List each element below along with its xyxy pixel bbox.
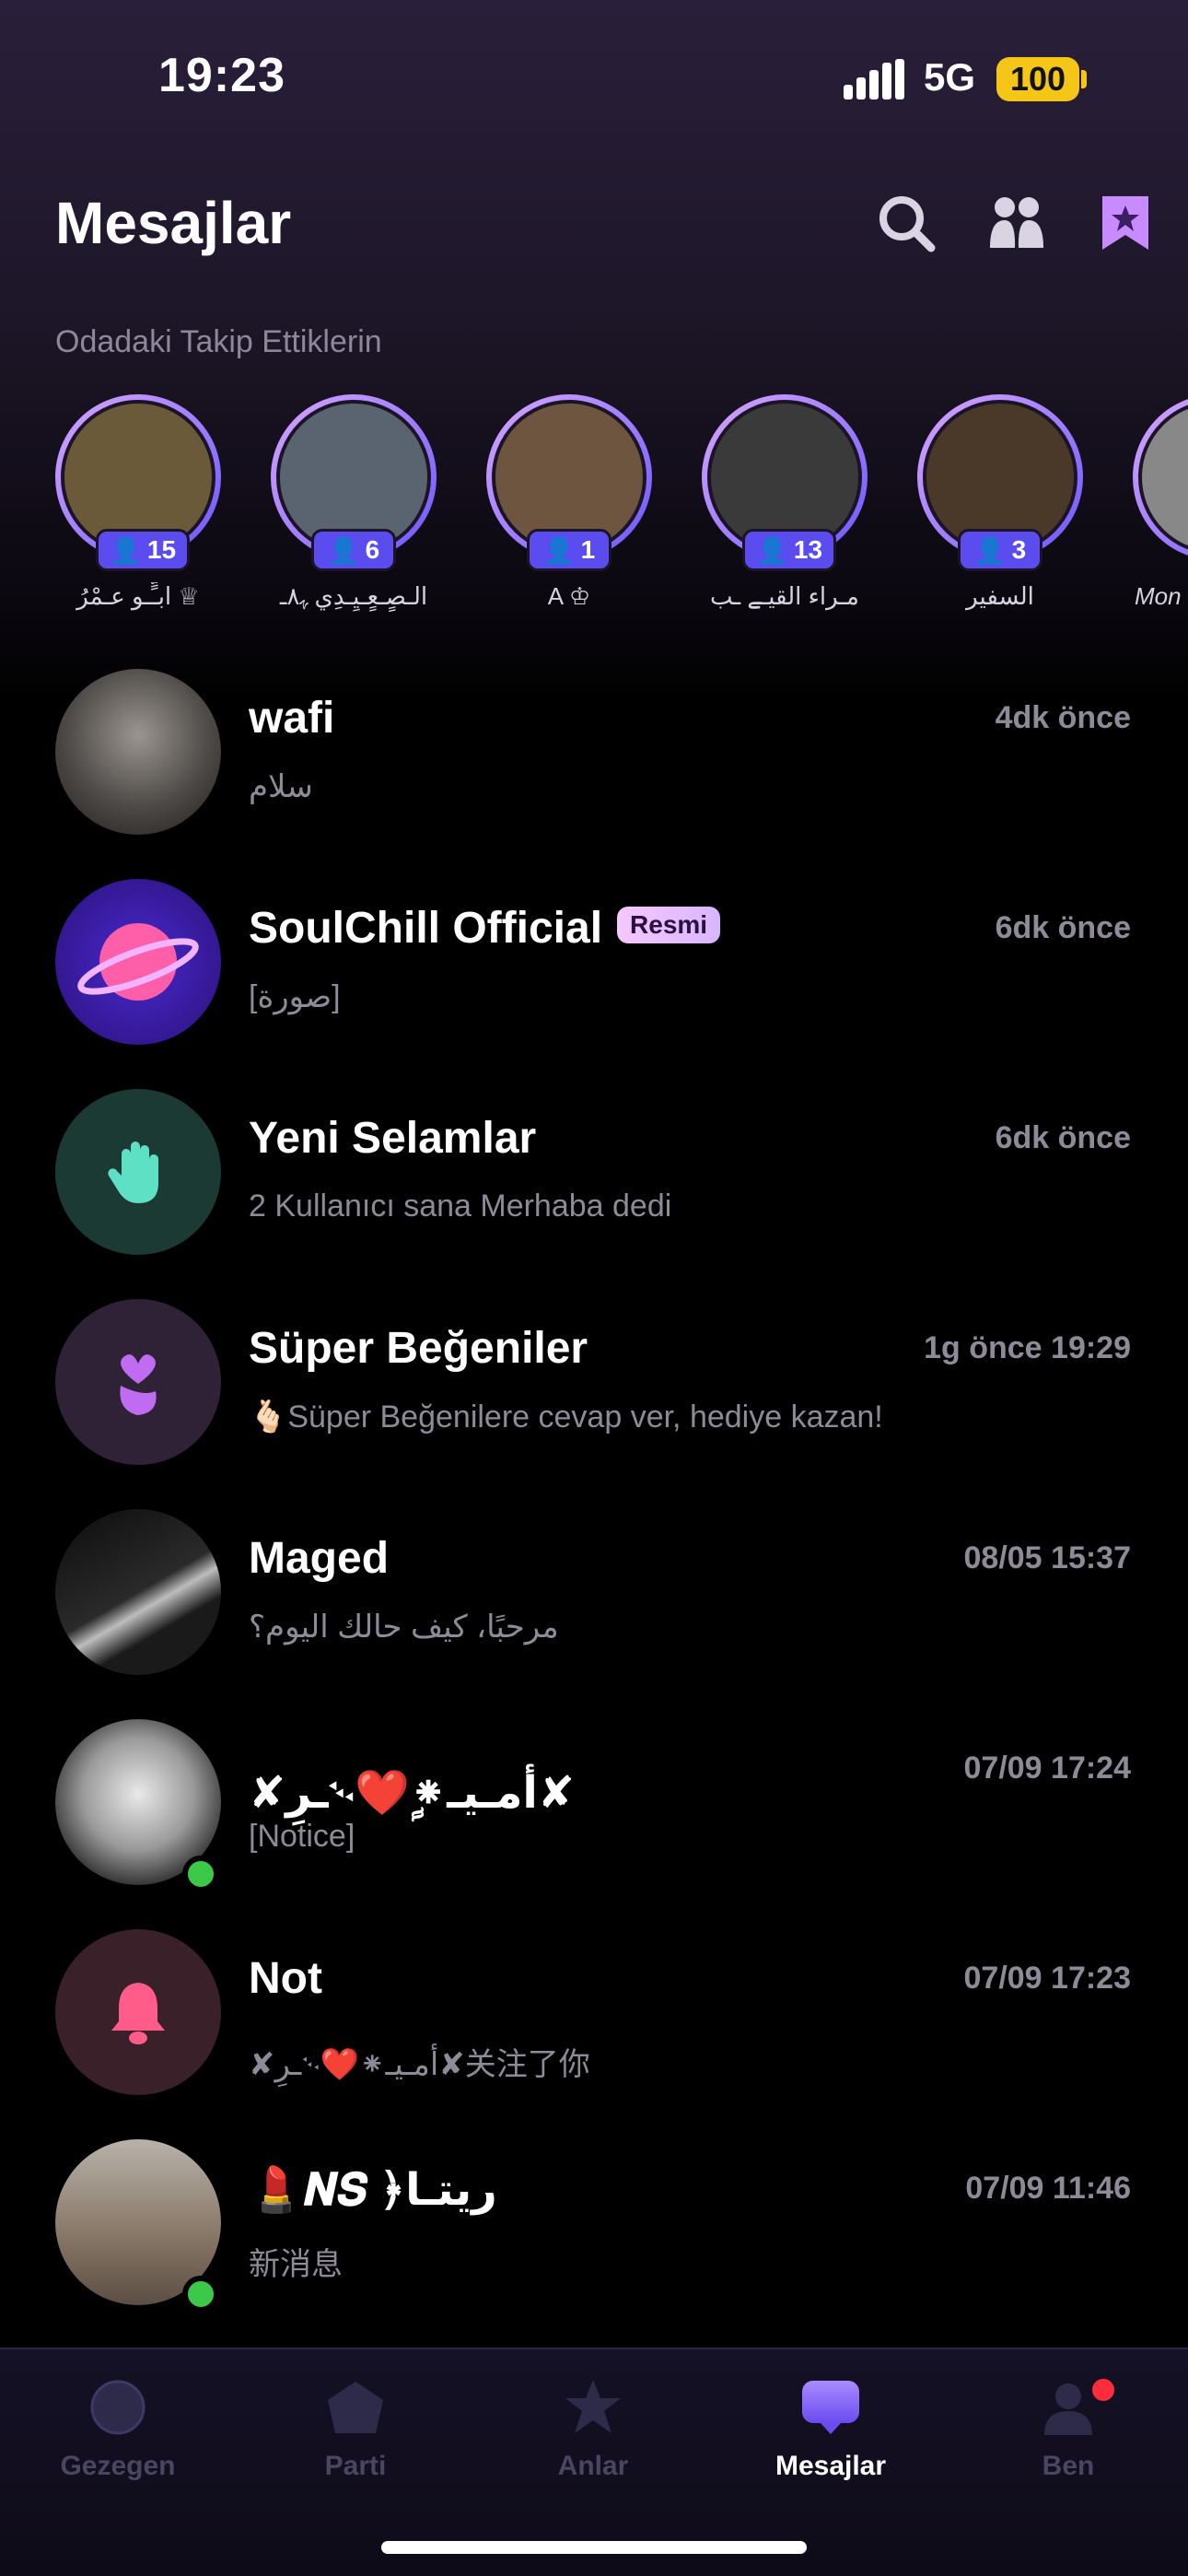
conversation-preview: [صورة] bbox=[249, 979, 341, 1014]
moments-star-icon bbox=[561, 2375, 625, 2440]
search-icon[interactable] bbox=[871, 188, 941, 258]
stories-row: 👤 15 ابـٍّـو عـمْرُ ♕ 👤 6 الـصٍـعٍـيٍـدِي … bbox=[0, 394, 1188, 634]
conversation-time: 6dk önce bbox=[995, 1120, 1131, 1155]
conversation-time: 07/09 17:24 bbox=[963, 1751, 1132, 1786]
bell-icon bbox=[55, 1929, 221, 2095]
person-icon: 👤 bbox=[542, 535, 576, 565]
home-indicator[interactable] bbox=[381, 2541, 807, 2554]
avatar bbox=[55, 669, 221, 835]
tab-gezegen[interactable]: Gezegen bbox=[17, 2375, 219, 2504]
avatar bbox=[1138, 400, 1188, 555]
conversation-time: 1g önce 19:29 bbox=[924, 1330, 1131, 1365]
conversation-preview: 🫰🏻Süper Beğenilere cevap ver, hediye kaz… bbox=[249, 1399, 883, 1434]
story-item[interactable]: Mon bbox=[1131, 394, 1188, 625]
party-house-icon bbox=[323, 2375, 388, 2440]
story-item[interactable]: 👤 15 ابـٍّـو عـمْرُ ♕ bbox=[53, 394, 223, 625]
story-name: A ♔ bbox=[547, 582, 591, 610]
person-icon: 👤 bbox=[327, 535, 360, 565]
story-viewer-badge: 👤 15 bbox=[96, 529, 191, 571]
conversation-time: 07/09 11:46 bbox=[965, 2171, 1131, 2206]
conversation-title: wafi bbox=[249, 694, 335, 743]
tab-label: Ben bbox=[1042, 2451, 1095, 2481]
story-name: الـصٍـعٍـيٍـدِي ﮩ٨ـ bbox=[279, 582, 428, 610]
wave-hand-icon bbox=[55, 1089, 221, 1255]
story-viewer-badge: 👤 1 bbox=[527, 529, 611, 571]
notification-dot bbox=[1092, 2379, 1114, 2401]
story-viewer-badge: 👤 6 bbox=[311, 529, 396, 571]
signal-icon bbox=[844, 59, 904, 100]
conversation-preview: 2 Kullanıcı sana Merhaba dedi bbox=[249, 1188, 672, 1224]
chat-bubble-icon bbox=[798, 2375, 863, 2440]
network-type: 5G bbox=[924, 55, 976, 99]
conversation-title: SoulChill Official Resmi bbox=[249, 903, 721, 954]
battery-indicator: 100 bbox=[996, 57, 1079, 101]
tab-label: Parti bbox=[324, 2451, 387, 2481]
story-item[interactable]: 👤 3 السفير bbox=[915, 394, 1085, 625]
official-badge: Resmi bbox=[617, 907, 721, 944]
conversation-title: 💄𝑵𝑺 ﴿ريتـا bbox=[249, 2166, 497, 2215]
conversation-time: 6dk önce bbox=[995, 910, 1131, 945]
conversation-row[interactable]: ✘ـرِ࿙❤️ࣩ⁕أمـيـ✘ 07/09 17:24 [Notice] bbox=[0, 1701, 1188, 1911]
story-name: ابـٍّـو عـمْرُ ♕ bbox=[76, 582, 200, 610]
story-item[interactable]: 👤 6 الـصٍـعٍـيٍـدِي ﮩ٨ـ bbox=[269, 394, 438, 625]
profile-icon bbox=[1036, 2375, 1101, 2440]
conversation-row[interactable]: Süper Beğeniler 1g önce 19:29 🫰🏻Süper Be… bbox=[0, 1281, 1188, 1491]
story-item[interactable]: 👤 1 A ♔ bbox=[484, 394, 654, 625]
story-viewer-badge: 👤 3 bbox=[958, 529, 1042, 571]
conversation-preview: [Notice] bbox=[249, 1819, 355, 1854]
conversation-row[interactable]: SoulChill Official Resmi 6dk önce [صورة] bbox=[0, 861, 1188, 1071]
person-icon: 👤 bbox=[973, 535, 1007, 565]
online-indicator bbox=[182, 2276, 219, 2313]
bookmark-star-icon[interactable] bbox=[1090, 188, 1160, 258]
tab-label: Anlar bbox=[557, 2451, 629, 2481]
conversation-title: Maged bbox=[249, 1534, 390, 1583]
tab-label: Gezegen bbox=[60, 2451, 176, 2481]
story-name: مـراء القيـے ـب bbox=[710, 582, 859, 610]
person-icon: 👤 bbox=[110, 535, 142, 565]
person-icon: 👤 bbox=[756, 535, 788, 565]
conversation-preview: سلام bbox=[249, 769, 313, 804]
conversation-list: wafi 4dk önce سلام SoulChill Official Res… bbox=[0, 650, 1188, 2331]
conversation-row[interactable]: Yeni Selamlar 6dk önce 2 Kullanıcı sana … bbox=[0, 1071, 1188, 1281]
conversation-title: Not bbox=[249, 1954, 322, 2003]
tab-ben[interactable]: Ben bbox=[967, 2375, 1170, 2504]
status-time: 19:23 bbox=[158, 49, 285, 102]
friends-icon[interactable] bbox=[982, 188, 1052, 258]
finger-heart-icon bbox=[55, 1299, 221, 1465]
conversation-time: 08/05 15:37 bbox=[963, 1540, 1132, 1575]
conversation-time: 4dk önce bbox=[995, 700, 1131, 735]
conversation-row[interactable]: Not 07/09 17:23 ✘ـرِ࿙❤️⁕أمـيـ✘关注了你 bbox=[0, 1911, 1188, 2121]
conversation-title: Yeni Selamlar bbox=[249, 1114, 537, 1163]
avatar bbox=[55, 1509, 221, 1675]
story-item[interactable]: 👤 13 مـراء القيـے ـب bbox=[700, 394, 869, 625]
planet-icon bbox=[86, 2375, 150, 2440]
conversation-time: 07/09 17:23 bbox=[963, 1961, 1132, 1996]
conversation-preview: مرحبًا، كيف حالك اليوم؟ bbox=[249, 1610, 559, 1645]
status-bar: 19:23 5G 100 bbox=[0, 0, 1188, 157]
story-name: السفير bbox=[966, 582, 1034, 610]
story-name: Mon bbox=[1135, 582, 1182, 610]
tab-mesajlar[interactable]: Mesajlar bbox=[729, 2375, 932, 2504]
story-viewer-badge: 👤 13 bbox=[742, 529, 837, 571]
conversation-row[interactable]: Maged 08/05 15:37 مرحبًا، كيف حالك اليوم… bbox=[0, 1491, 1188, 1701]
conversation-row[interactable]: wafi 4dk önce سلام bbox=[0, 650, 1188, 861]
tab-label: Mesajlar bbox=[775, 2451, 887, 2481]
planet-logo-icon bbox=[55, 879, 221, 1045]
conversation-preview: ✘ـرِ࿙❤️⁕أمـيـ✘关注了你 bbox=[249, 2047, 590, 2082]
conversation-row[interactable]: 💄𝑵𝑺 ﴿ريتـا 07/09 11:46 新消息 bbox=[0, 2121, 1188, 2331]
page-title: Mesajlar bbox=[55, 190, 292, 256]
story-ring bbox=[1133, 394, 1188, 560]
conversation-title: Süper Beğeniler bbox=[249, 1324, 588, 1373]
online-indicator bbox=[182, 1856, 219, 1892]
battery-tip bbox=[1081, 70, 1087, 88]
conversation-preview: 新消息 bbox=[249, 2247, 343, 2282]
section-label: Odadaki Takip Ettiklerin bbox=[55, 324, 382, 359]
tab-anlar[interactable]: Anlar bbox=[492, 2375, 694, 2504]
tab-parti[interactable]: Parti bbox=[254, 2375, 457, 2504]
